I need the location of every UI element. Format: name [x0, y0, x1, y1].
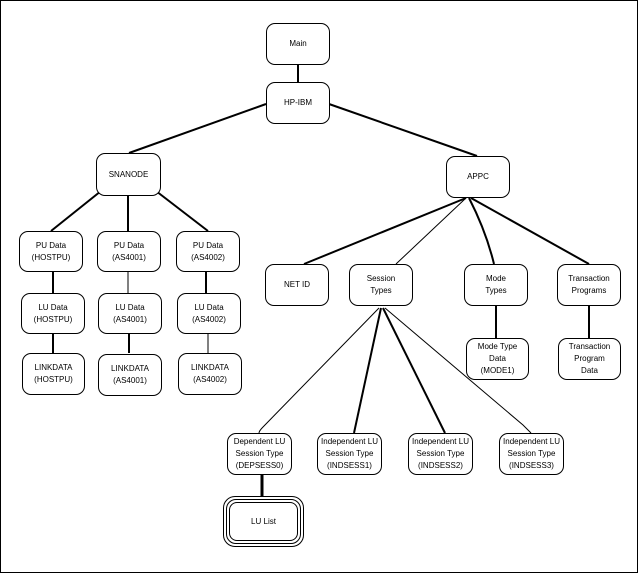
- node-transaction-program-data[interactable]: Transaction Program Data: [558, 338, 621, 380]
- node-independent-lu-session-3[interactable]: Independent LU Session Type (INDSESS3): [499, 433, 564, 475]
- node-linkdata-as4001[interactable]: LINKDATA (AS4001): [98, 354, 162, 396]
- node-mode-types[interactable]: Mode Types: [464, 264, 528, 306]
- node-lu-data-hostpu[interactable]: LU Data (HOSTPU): [21, 293, 85, 334]
- node-main[interactable]: Main: [266, 23, 330, 65]
- node-appc[interactable]: APPC: [446, 156, 510, 198]
- edge-hpibm-appc: [328, 103, 478, 157]
- node-pu-data-as4002[interactable]: PU Data (AS4002): [176, 231, 240, 272]
- node-independent-lu-session-2[interactable]: Independent LU Session Type (INDSESS2): [408, 433, 473, 475]
- edge-session-dep: [258, 307, 380, 434]
- node-mode-type-data[interactable]: Mode Type Data (MODE1): [466, 338, 529, 380]
- node-net-id[interactable]: NET ID: [265, 264, 329, 306]
- node-linkdata-as4002[interactable]: LINKDATA (AS4002): [178, 353, 242, 395]
- lu-list-border: LU List: [226, 499, 301, 544]
- edge-appc-trans: [470, 197, 590, 265]
- node-transaction-programs[interactable]: Transaction Programs: [557, 264, 621, 306]
- node-pu-data-hostpu[interactable]: PU Data (HOSTPU): [19, 231, 83, 272]
- edge-snanode-pu1: [50, 190, 102, 232]
- node-pu-data-as4001[interactable]: PU Data (AS4001): [97, 231, 161, 272]
- node-dependent-lu-session[interactable]: Dependent LU Session Type (DEPSESS0): [227, 433, 292, 475]
- node-lu-data-as4002[interactable]: LU Data (AS4002): [177, 293, 241, 334]
- edge-snanode-pu3: [155, 190, 209, 232]
- node-linkdata-hostpu[interactable]: LINKDATA (HOSTPU): [22, 353, 85, 395]
- edge-hpibm-snanode: [128, 103, 267, 154]
- node-independent-lu-session-1[interactable]: Independent LU Session Type (INDSESS1): [317, 433, 382, 475]
- edge-session-ind1: [353, 307, 382, 434]
- node-hp-ibm[interactable]: HP-IBM: [266, 82, 330, 124]
- lu-list-label: LU List: [229, 502, 298, 541]
- node-snanode[interactable]: SNANODE: [96, 153, 161, 196]
- node-lu-list[interactable]: LU List: [223, 496, 304, 547]
- node-session-types[interactable]: Session Types: [349, 264, 413, 306]
- node-lu-data-as4001[interactable]: LU Data (AS4001): [98, 293, 162, 334]
- edge-appc-netid: [303, 197, 467, 265]
- hierarchy-diagram: Main HP-IBM SNANODE APPC PU Data (HOSTPU…: [0, 0, 638, 573]
- edge-appc-session: [395, 197, 467, 265]
- edge-session-ind2: [382, 307, 446, 434]
